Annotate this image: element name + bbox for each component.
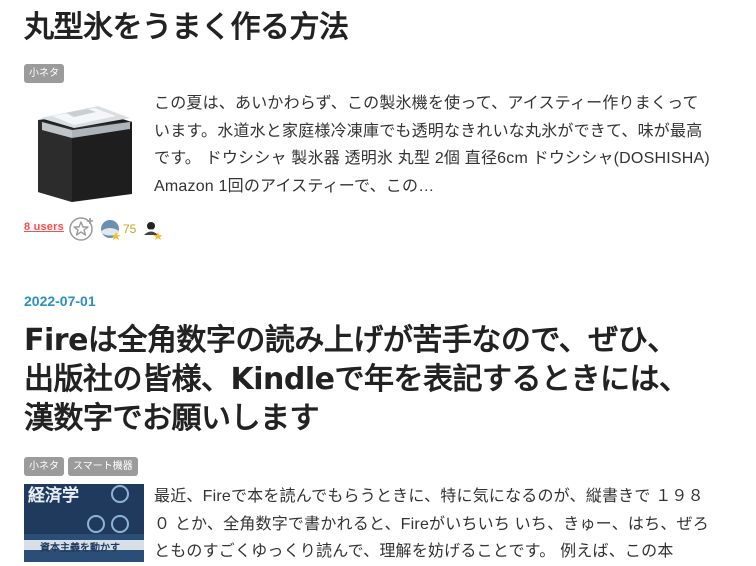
ice-maker-image[interactable]: [30, 98, 138, 204]
post-title[interactable]: 丸型氷をうまく作る方法: [24, 8, 724, 47]
title-line: 漢数字でお願いします: [24, 401, 320, 436]
bookmark-users-link[interactable]: 8 users: [24, 221, 64, 233]
post-excerpt: この夏は、あいかわらず、この製氷機を使って、アイスティー作りまくっています。水道…: [154, 95, 710, 195]
star-count: 75: [123, 222, 137, 236]
tag-komaneta[interactable]: 小ネタ: [24, 457, 64, 476]
add-star-icon[interactable]: [69, 216, 95, 242]
tag-smart-devices[interactable]: スマート機器: [68, 457, 138, 476]
title-line: 出版社の皆様、Kindleで年を表記するときには、: [24, 362, 689, 397]
user-avatar-icon[interactable]: [100, 219, 122, 241]
cover-subtitle: 資本主義を動かす: [40, 543, 120, 554]
tag-komaneta[interactable]: 小ネタ: [24, 64, 64, 83]
book-cover-image[interactable]: 経済学 資本主義を動かす: [24, 484, 144, 562]
user-avatar-icon[interactable]: [142, 219, 164, 241]
post-title[interactable]: Fireは全角数字の読み上げが苦手なので、ぜひ、 出版社の皆様、Kindleで年を…: [24, 321, 724, 438]
post-date[interactable]: 2022-07-01: [24, 293, 96, 309]
title-line: Fireは全角数字の読み上げが苦手なので、ぜひ、: [24, 323, 677, 358]
post-excerpt: 最近、Fireで本を読んでもらうときに、特に気になるのが、縦書きで １９８０ と…: [154, 488, 709, 560]
cover-title: 経済学: [28, 486, 79, 506]
